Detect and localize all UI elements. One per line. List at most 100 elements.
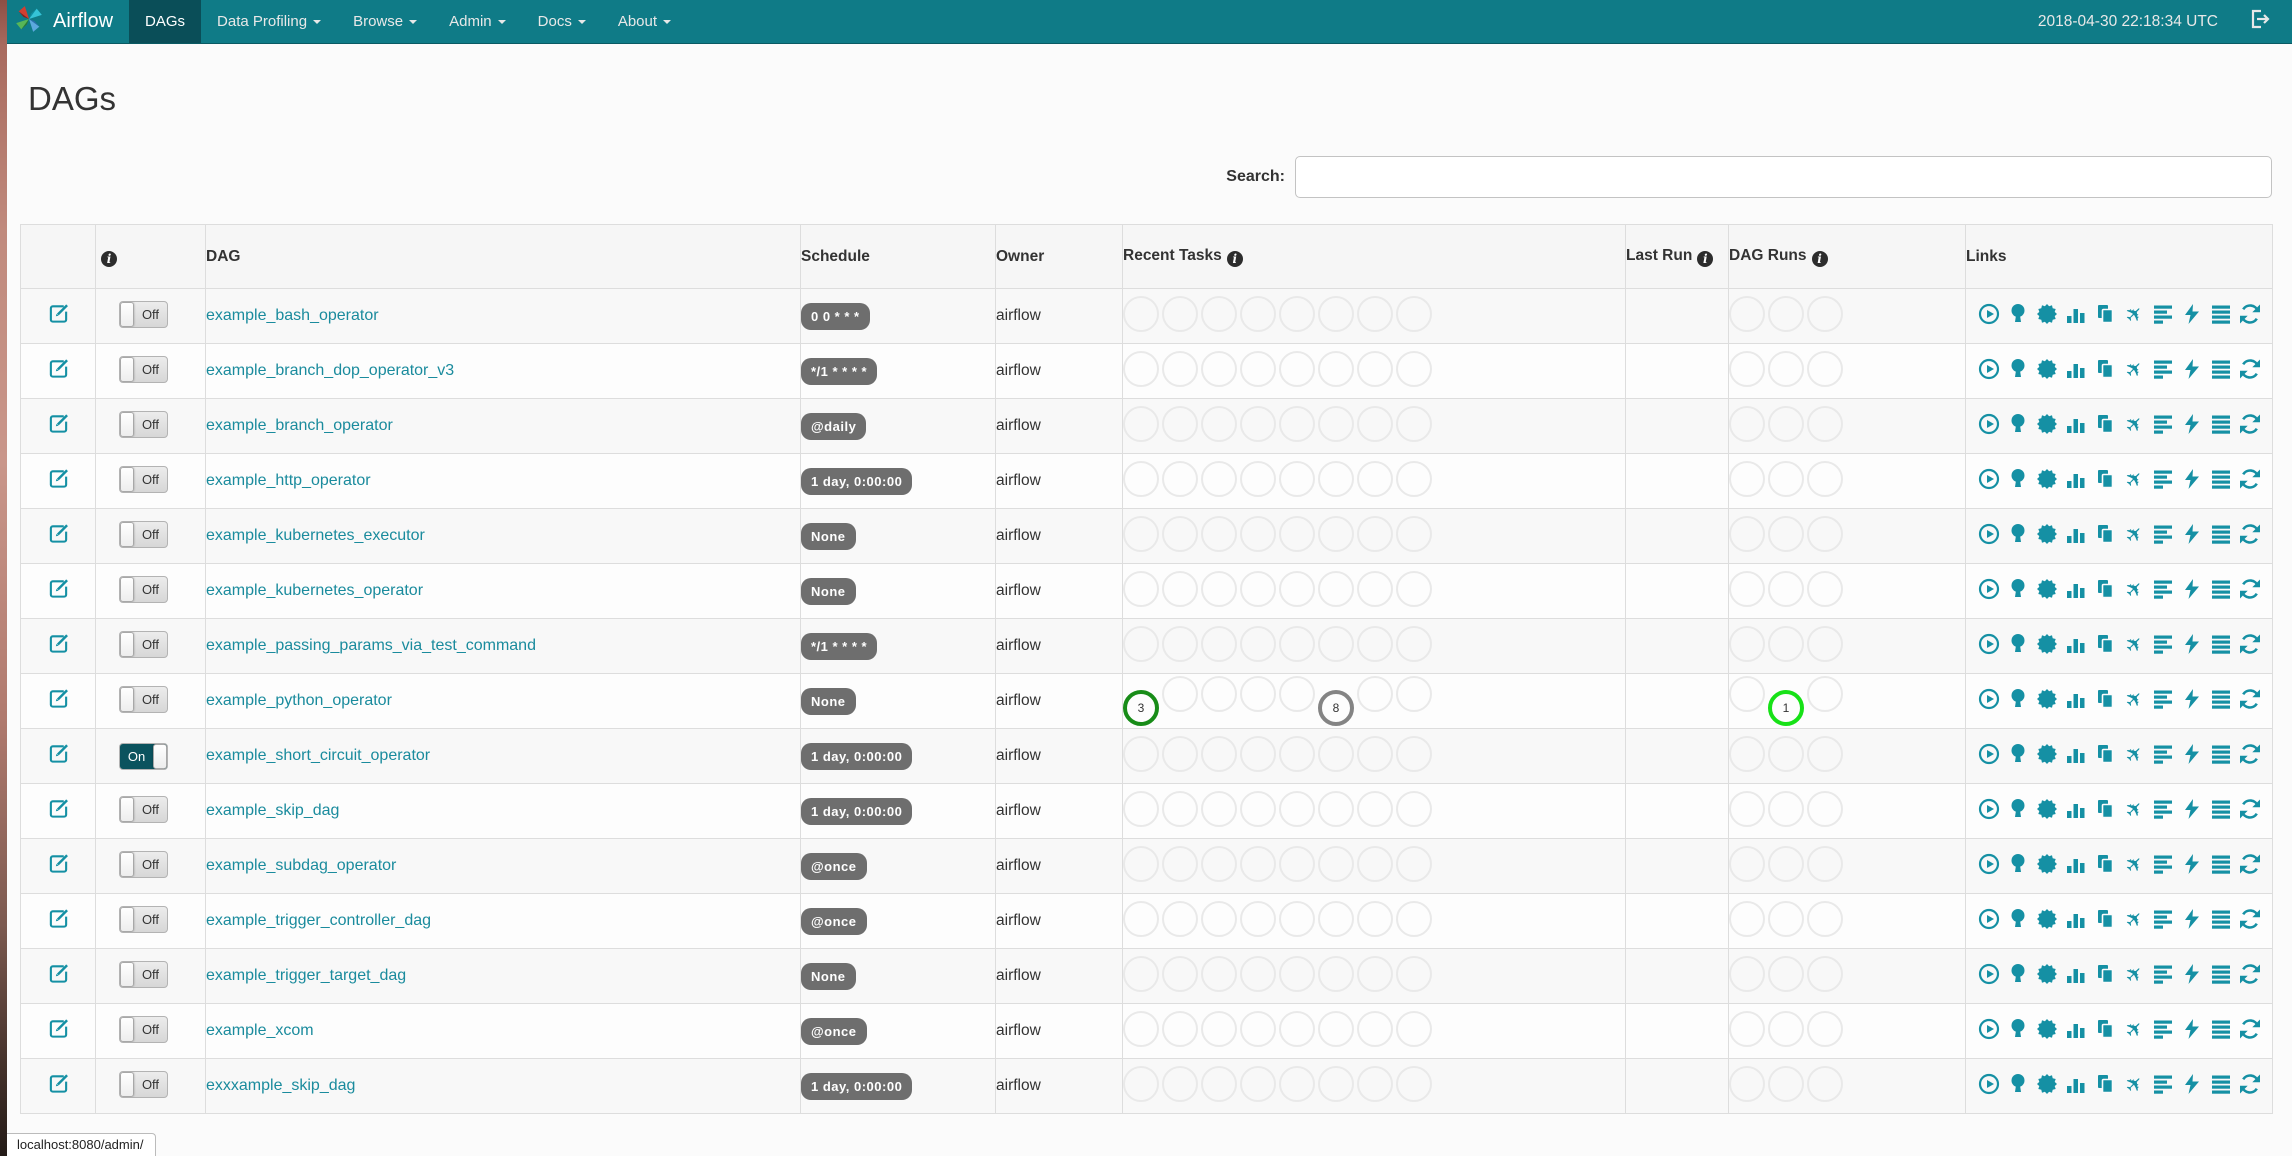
recent-task-circle[interactable] <box>1201 295 1237 332</box>
recent-task-circle[interactable] <box>1123 735 1159 772</box>
landing-times-icon[interactable]: ✈ <box>2123 908 2145 930</box>
task-duration-icon[interactable] <box>2065 523 2087 545</box>
task-tries-icon[interactable] <box>2094 1073 2116 1095</box>
gantt-icon[interactable] <box>2152 468 2174 490</box>
tree-view-icon[interactable] <box>2007 688 2029 710</box>
header-schedule[interactable]: Schedule <box>800 224 996 289</box>
graph-view-icon[interactable] <box>2036 853 2058 875</box>
dag-name-link[interactable]: example_skip_dag <box>206 802 339 819</box>
task-tries-icon[interactable] <box>2094 1018 2116 1040</box>
code-icon[interactable] <box>2181 798 2203 820</box>
gantt-icon[interactable] <box>2152 413 2174 435</box>
graph-view-icon[interactable] <box>2036 688 2058 710</box>
recent-task-circle[interactable] <box>1123 845 1159 882</box>
landing-times-icon[interactable]: ✈ <box>2123 413 2145 435</box>
recent-task-circle[interactable] <box>1318 570 1354 607</box>
graph-view-icon[interactable] <box>2036 578 2058 600</box>
recent-task-circle[interactable] <box>1162 460 1198 497</box>
trigger-dag-icon[interactable] <box>1978 633 2000 655</box>
refresh-icon[interactable] <box>2239 908 2261 930</box>
gantt-icon[interactable] <box>2152 963 2174 985</box>
trigger-dag-icon[interactable] <box>1978 578 2000 600</box>
graph-view-icon[interactable] <box>2036 413 2058 435</box>
recent-task-circle[interactable] <box>1357 676 1393 712</box>
dag-name-link[interactable]: example_passing_params_via_test_command <box>206 637 536 654</box>
trigger-dag-icon[interactable] <box>1978 853 2000 875</box>
recent-task-circle[interactable] <box>1279 350 1315 387</box>
recent-task-circle[interactable] <box>1240 515 1276 552</box>
recent-task-circle[interactable] <box>1279 735 1315 772</box>
recent-task-circle[interactable] <box>1240 1010 1276 1047</box>
pause-toggle[interactable]: Off <box>119 575 168 603</box>
recent-task-circle[interactable] <box>1162 900 1198 937</box>
dag-name-link[interactable]: example_python_operator <box>206 692 392 709</box>
dag-run-circle[interactable] <box>1807 625 1843 662</box>
edit-dag-icon[interactable] <box>48 414 69 438</box>
recent-task-circle[interactable] <box>1396 676 1432 712</box>
nav-item-docs[interactable]: Docs <box>522 0 602 43</box>
recent-task-circle[interactable] <box>1279 955 1315 992</box>
recent-task-circle[interactable] <box>1123 1065 1159 1102</box>
trigger-dag-icon[interactable] <box>1978 303 2000 325</box>
dag-name-link[interactable]: example_xcom <box>206 1022 314 1039</box>
recent-task-circle[interactable] <box>1162 625 1198 662</box>
graph-view-icon[interactable] <box>2036 798 2058 820</box>
code-icon[interactable] <box>2181 853 2203 875</box>
recent-task-circle[interactable] <box>1201 570 1237 607</box>
recent-task-circle[interactable] <box>1318 955 1354 992</box>
dag-run-circle[interactable] <box>1807 405 1843 442</box>
landing-times-icon[interactable]: ✈ <box>2123 523 2145 545</box>
tree-view-icon[interactable] <box>2007 963 2029 985</box>
recent-task-circle[interactable] <box>1162 735 1198 772</box>
recent-task-circle[interactable] <box>1123 460 1159 497</box>
landing-times-icon[interactable]: ✈ <box>2123 468 2145 490</box>
recent-task-circle[interactable] <box>1318 1010 1354 1047</box>
refresh-icon[interactable] <box>2239 798 2261 820</box>
recent-task-circle[interactable] <box>1396 790 1432 827</box>
recent-task-circle[interactable] <box>1396 515 1432 552</box>
code-icon[interactable] <box>2181 578 2203 600</box>
dag-run-circle[interactable] <box>1807 350 1843 387</box>
header-owner[interactable]: Owner <box>995 224 1123 289</box>
code-icon[interactable] <box>2181 523 2203 545</box>
edit-dag-icon[interactable] <box>48 469 69 493</box>
trigger-dag-icon[interactable] <box>1978 358 2000 380</box>
landing-times-icon[interactable]: ✈ <box>2123 853 2145 875</box>
dag-run-circle[interactable] <box>1807 1065 1843 1102</box>
graph-view-icon[interactable] <box>2036 743 2058 765</box>
dag-run-circle[interactable] <box>1729 1065 1765 1102</box>
pause-toggle[interactable]: Off <box>119 850 168 878</box>
gantt-icon[interactable] <box>2152 853 2174 875</box>
nav-item-about[interactable]: About <box>602 0 687 43</box>
recent-task-circle[interactable] <box>1396 900 1432 937</box>
recent-task-circle[interactable] <box>1201 900 1237 937</box>
edit-dag-icon[interactable] <box>48 964 69 988</box>
header-dag[interactable]: DAG <box>205 224 801 289</box>
landing-times-icon[interactable]: ✈ <box>2123 303 2145 325</box>
recent-task-circle[interactable] <box>1279 900 1315 937</box>
dag-run-circle[interactable] <box>1729 570 1765 607</box>
task-duration-icon[interactable] <box>2065 963 2087 985</box>
task-tries-icon[interactable] <box>2094 633 2116 655</box>
recent-task-circle[interactable] <box>1240 955 1276 992</box>
landing-times-icon[interactable]: ✈ <box>2123 1073 2145 1095</box>
recent-task-circle[interactable] <box>1318 735 1354 772</box>
recent-task-circle[interactable] <box>1123 405 1159 442</box>
recent-task-circle[interactable] <box>1318 460 1354 497</box>
recent-task-circle[interactable] <box>1318 515 1354 552</box>
dag-run-circle[interactable] <box>1729 955 1765 992</box>
logs-icon[interactable] <box>2210 908 2232 930</box>
dag-name-link[interactable]: example_kubernetes_executor <box>206 527 425 544</box>
tree-view-icon[interactable] <box>2007 468 2029 490</box>
nav-item-admin[interactable]: Admin <box>433 0 522 43</box>
code-icon[interactable] <box>2181 1018 2203 1040</box>
recent-task-circle[interactable] <box>1123 625 1159 662</box>
task-tries-icon[interactable] <box>2094 688 2116 710</box>
edit-dag-icon[interactable] <box>48 689 69 713</box>
logs-icon[interactable] <box>2210 303 2232 325</box>
recent-task-circle[interactable]: 8 <box>1318 690 1354 726</box>
refresh-icon[interactable] <box>2239 1018 2261 1040</box>
nav-item-data-profiling[interactable]: Data Profiling <box>201 0 337 43</box>
recent-task-circle[interactable] <box>1396 350 1432 387</box>
task-tries-icon[interactable] <box>2094 523 2116 545</box>
